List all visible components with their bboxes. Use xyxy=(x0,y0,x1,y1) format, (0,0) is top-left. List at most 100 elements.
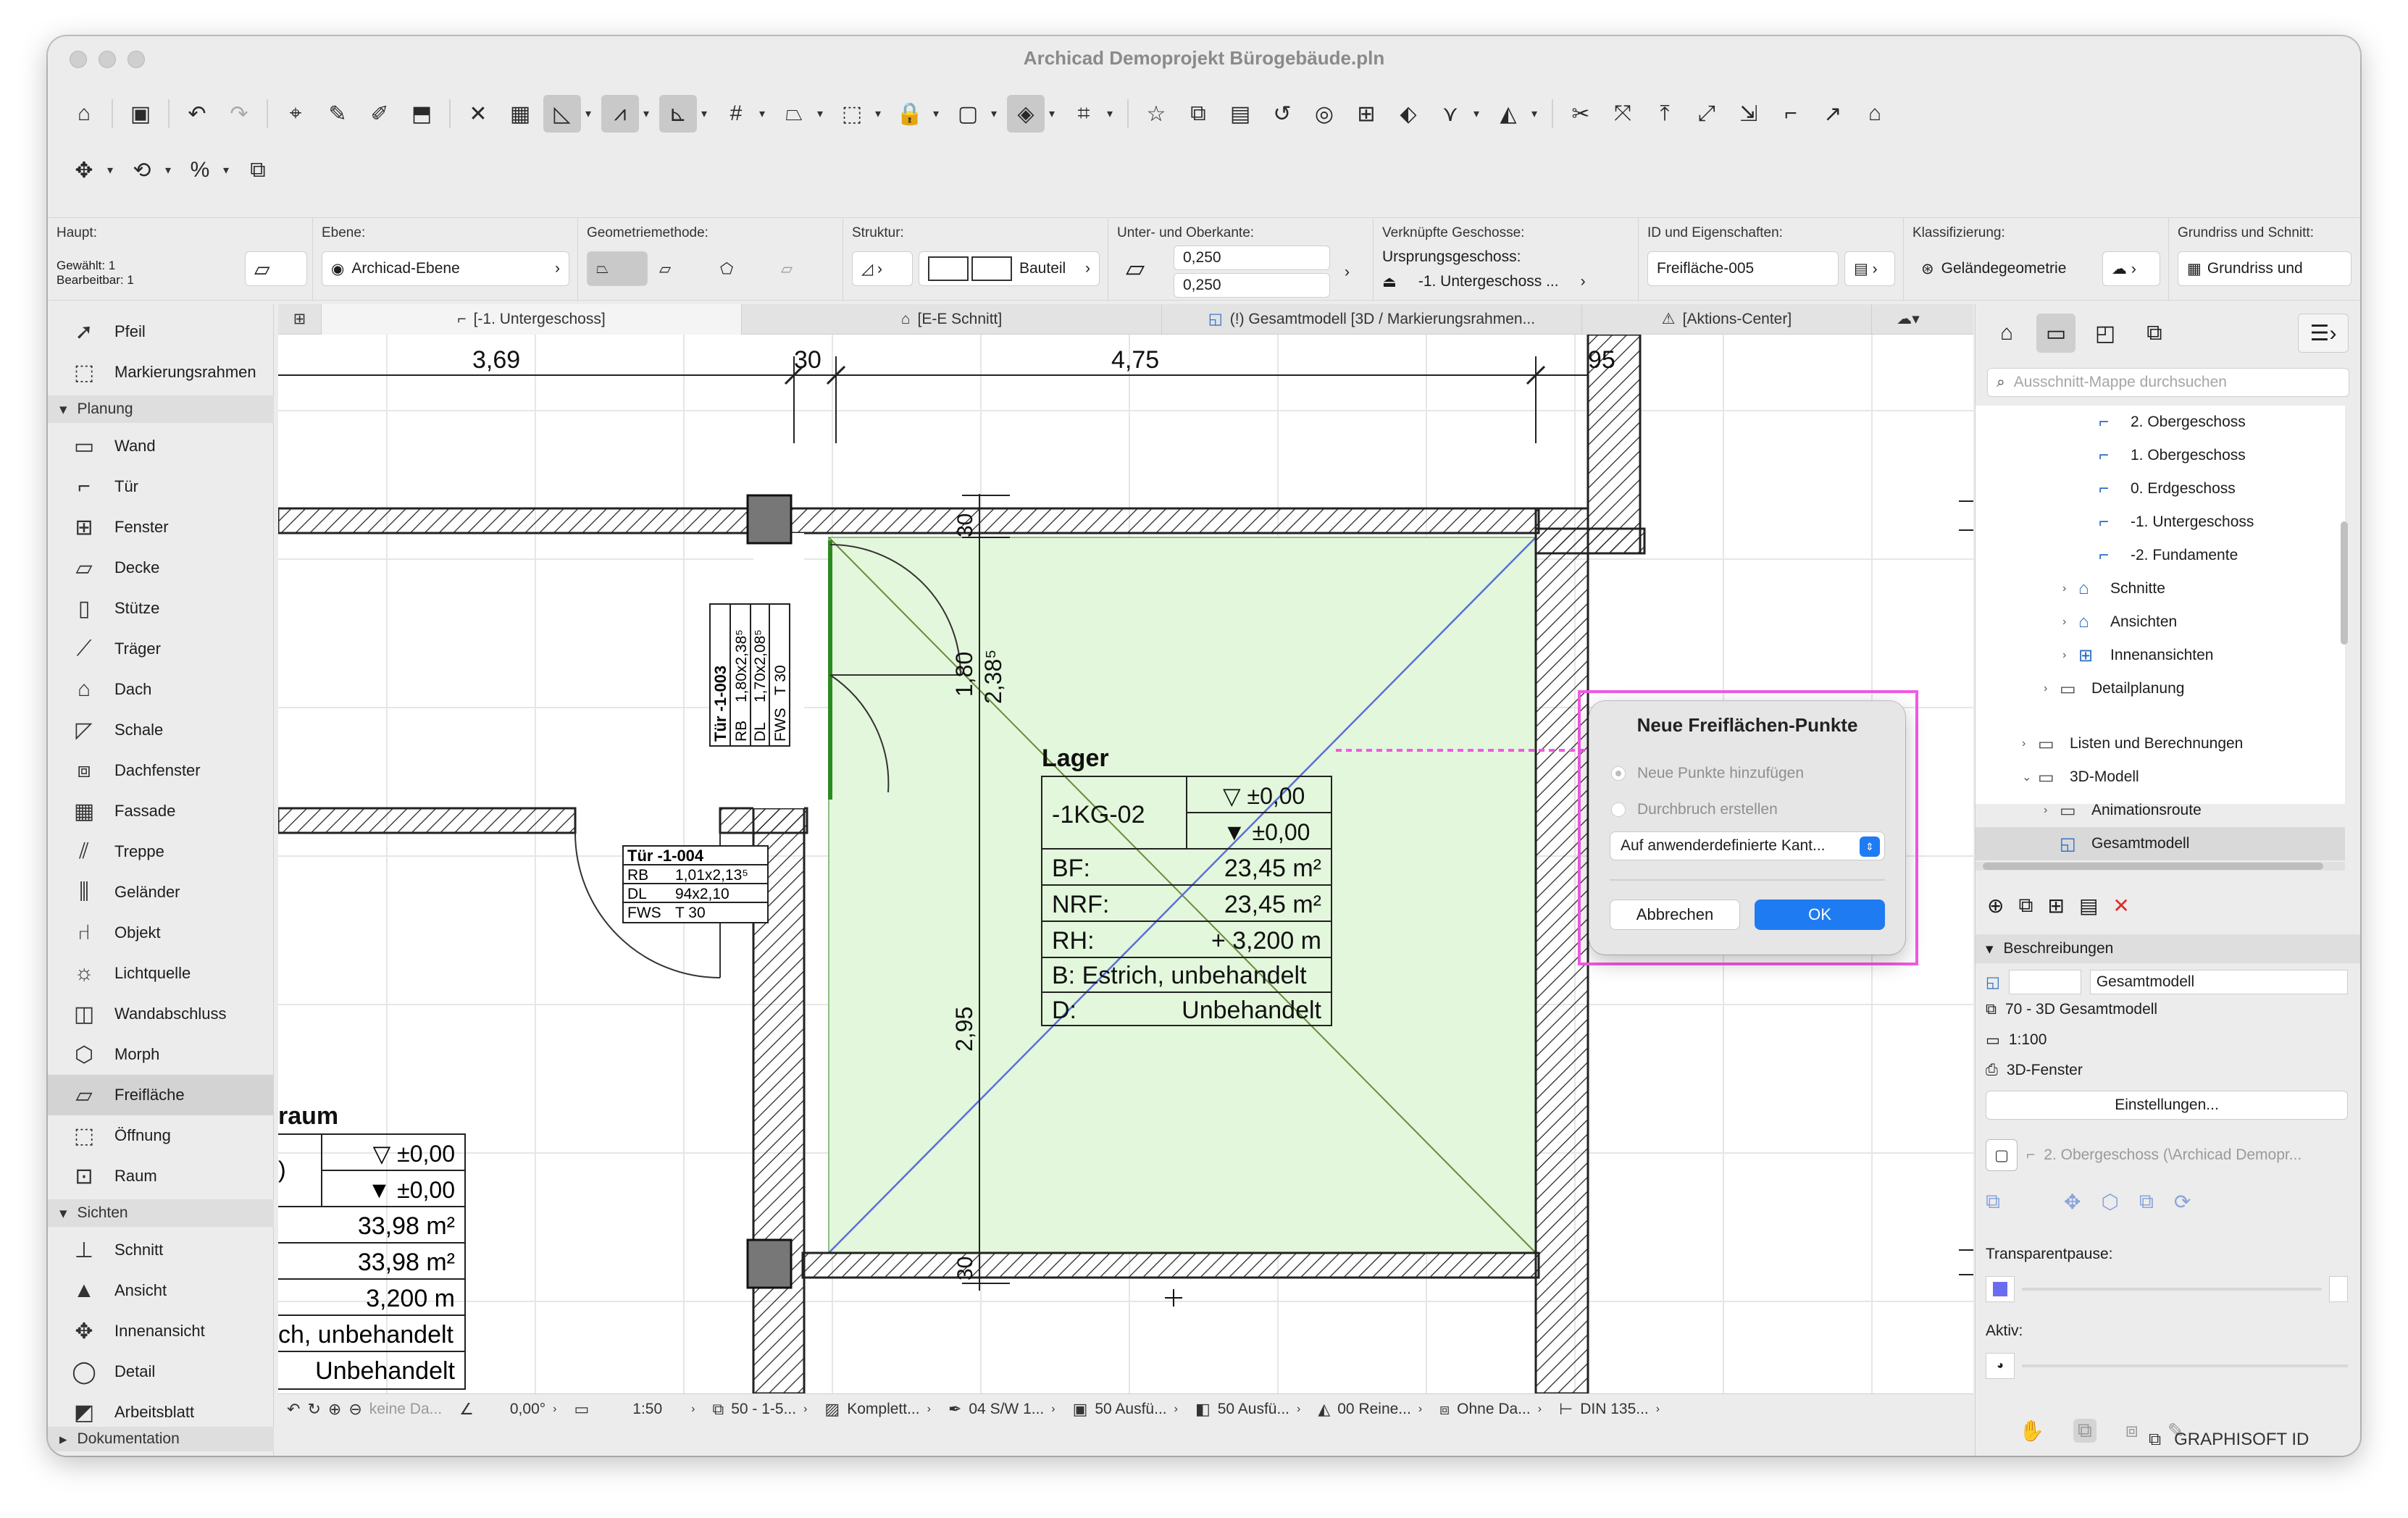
pen-set-icon[interactable]: ▤ xyxy=(1221,95,1259,133)
tool-decke[interactable]: ⏥ Decke xyxy=(48,548,274,588)
color-wheel-icon[interactable]: ◕ xyxy=(1986,1353,2015,1379)
tool-treppe[interactable]: ⫽ Treppe xyxy=(48,831,274,872)
scale-select[interactable]: ▭ 1:50 › xyxy=(565,1394,703,1425)
grid-icon[interactable]: # xyxy=(717,95,755,133)
column-top[interactable] xyxy=(746,494,793,545)
tool-fenster[interactable]: ⊞ Fenster xyxy=(48,507,274,548)
tree-item[interactable]: ⌐ 2. Obergeschoss xyxy=(2099,406,2246,439)
renovation-select[interactable]: ◭ 00 Reine... › xyxy=(1309,1394,1431,1425)
pen-set-select[interactable]: ✒ 04 S/W 1... › xyxy=(940,1394,1064,1425)
drag-icon[interactable]: ✥ xyxy=(65,151,103,189)
zoom-window-button[interactable] xyxy=(127,51,145,68)
tree-folder[interactable]: › ▭ Animationsroute xyxy=(2044,794,2202,827)
wall-bottom[interactable] xyxy=(801,1251,1540,1279)
tool-lichtquelle[interactable]: ☼ Lichtquelle xyxy=(48,953,274,994)
graphisoft-id-link[interactable]: GRAPHISOFT ID xyxy=(2174,1430,2309,1450)
active-slider[interactable]: ◕ xyxy=(1986,1351,2348,1380)
zone-stamp-raum[interactable]: raum ) ▽ ±0,00 ▼ ±0,00 33,98 m² 33,98 m²… xyxy=(278,1102,466,1390)
bottom-elevation-input[interactable]: 0,250 xyxy=(1174,273,1330,298)
tab-schnitt[interactable]: ⌂ [E-E Schnitt] xyxy=(742,303,1162,335)
tool-innenansicht[interactable]: ✥ Innenansicht xyxy=(48,1311,274,1351)
tool-markierungsrahmen[interactable]: ⬚ Markierungsrahmen xyxy=(48,352,274,393)
view-id-input[interactable] xyxy=(2008,970,2081,994)
tree-item[interactable]: ⌐ -2. Fundamente xyxy=(2099,539,2238,572)
tab-overview[interactable]: ⊞ xyxy=(278,303,322,335)
layer-select[interactable]: ◉ Archicad-Ebene › xyxy=(322,251,569,286)
zoom-controls[interactable]: ↶ ↻ ⊕ ⊖ keine Da... xyxy=(278,1394,451,1425)
tool-morph[interactable]: ⬡ Morph xyxy=(48,1034,274,1075)
tool-tuer[interactable]: ⌐ Tür xyxy=(48,466,274,507)
redo-icon[interactable]: ↷ xyxy=(220,95,258,133)
chevron-down-icon[interactable]: ▾ xyxy=(643,106,655,121)
tree-item[interactable]: ⌐ 0. Erdgeschoss xyxy=(2099,472,2236,506)
tree-item-selected[interactable]: ◱ Gesamtmodell xyxy=(1976,827,2345,860)
wall-inner-left[interactable] xyxy=(278,807,577,834)
tool-fassade[interactable]: ▦ Fassade xyxy=(48,791,274,831)
minimize-window-button[interactable] xyxy=(99,51,116,68)
refresh-icon[interactable]: ⟳ xyxy=(2174,1190,2191,1214)
group-planung[interactable]: ▾ Planung xyxy=(48,395,274,423)
tracker-icon[interactable]: ⩘ xyxy=(601,95,639,133)
tool-dachfenster[interactable]: ⧈ Dachfenster xyxy=(48,750,274,791)
layer-combination-select[interactable]: ⧉ 50 - 1-5... › xyxy=(703,1394,816,1425)
tool-wand[interactable]: ▭ Wand xyxy=(48,426,274,466)
geometry-method-2[interactable]: ⏥ xyxy=(651,251,708,286)
chevron-down-icon[interactable]: ▾ xyxy=(701,106,713,121)
group-dokumentation[interactable]: ▸ Dokumentation xyxy=(48,1427,274,1451)
eyedropper-icon[interactable]: ✎ xyxy=(319,95,356,133)
home-icon[interactable]: ⌂ xyxy=(65,95,103,133)
find-select-icon[interactable]: ⌖ xyxy=(277,95,314,133)
chevron-down-icon[interactable]: ▾ xyxy=(991,106,1003,121)
rotate-icon[interactable]: ⟲ xyxy=(123,151,161,189)
chevron-down-icon[interactable]: ▾ xyxy=(1473,106,1485,121)
tree-item[interactable]: ⌐ 1. Obergeschoss xyxy=(2099,439,2246,472)
chevron-down-icon[interactable]: ▾ xyxy=(875,106,887,121)
hand-icon[interactable]: ✋ xyxy=(2019,1419,2044,1443)
tool-ansicht[interactable]: ▲ Ansicht xyxy=(48,1270,274,1311)
view-map-icon[interactable]: ▭ xyxy=(2036,314,2075,353)
adjust-icon[interactable]: ⤧ xyxy=(1604,95,1642,133)
chevron-right-icon[interactable]: › xyxy=(1336,260,1362,285)
chevron-down-icon[interactable]: ▾ xyxy=(1531,106,1543,121)
structure-display-select[interactable]: ▨ Komplett... › xyxy=(816,1394,940,1425)
layout-book-icon[interactable]: ◰ xyxy=(2086,314,2125,353)
tree-folder[interactable]: › ⌂ Ansichten xyxy=(2062,605,2177,639)
mirror-icon[interactable]: % xyxy=(181,151,219,189)
edge-mode-select[interactable]: Auf anwenderdefinierte Kant... ⇕ xyxy=(1610,831,1885,860)
inject-icon[interactable]: ✐ xyxy=(361,95,398,133)
model-view-icon[interactable]: ◎ xyxy=(1305,95,1343,133)
tree-folder[interactable]: › ▭ Detailplanung xyxy=(2044,672,2184,705)
ok-button[interactable]: OK xyxy=(1755,900,1885,930)
roof-icon[interactable]: ⌂ xyxy=(1856,95,1894,133)
radio-add-points[interactable]: Neue Punkte hinzufügen xyxy=(1611,765,1804,782)
close-window-button[interactable] xyxy=(70,51,87,68)
coordinates-icon[interactable]: ⊾ xyxy=(659,95,697,133)
compare-icon[interactable]: ⧈ xyxy=(2125,1419,2139,1443)
structure-icon[interactable]: ⋎ xyxy=(1431,95,1469,133)
radio-create-hole[interactable]: Durchbruch erstellen xyxy=(1611,801,1778,818)
favorites-icon[interactable]: ☆ xyxy=(1137,95,1175,133)
chevron-down-icon[interactable]: ▾ xyxy=(1049,106,1061,121)
navigator-search-input[interactable]: ⌕ Ausschnitt-Mappe durchsuchen xyxy=(1987,368,2349,397)
move-icon[interactable]: ✥ xyxy=(2064,1190,2081,1214)
project-map-icon[interactable]: ⌂ xyxy=(1987,314,2026,353)
tab-untergeschoss[interactable]: ⌐ [-1. Untergeschoss] xyxy=(322,303,742,335)
classification-select[interactable]: ⊛ Geländegeometrie xyxy=(1912,251,2095,286)
chevron-down-icon[interactable]: ▾ xyxy=(817,106,829,121)
tree-folder[interactable]: › ▭ Listen und Berechnungen xyxy=(2022,727,2243,760)
transfer-icon[interactable]: ⬒ xyxy=(403,95,440,133)
fillet-icon[interactable]: ⌐ xyxy=(1772,95,1810,133)
elevate-icon[interactable]: ⤒ xyxy=(1646,95,1684,133)
publisher-icon[interactable]: ⧉ xyxy=(2135,314,2174,353)
group-sichten[interactable]: ▾ Sichten xyxy=(48,1199,274,1227)
slider-track[interactable] xyxy=(2022,1288,2322,1291)
favorites-button[interactable]: ⏥ xyxy=(245,251,307,286)
element-id-input[interactable]: Freifläche-005 xyxy=(1647,251,1839,286)
navigator-menu-button[interactable]: ☰› xyxy=(2298,314,2349,353)
guide-lines-icon[interactable]: ◺ xyxy=(543,95,581,133)
tool-schale[interactable]: ◸ Schale xyxy=(48,710,274,750)
chevron-down-icon[interactable]: ▾ xyxy=(1107,106,1119,121)
dimension-icon[interactable]: ⊞ xyxy=(1347,95,1385,133)
home-story-select[interactable]: ⏏ -1. Untergeschoss ... › xyxy=(1382,273,1629,291)
beschreibungen-header[interactable]: ▾ Beschreibungen xyxy=(1976,934,2360,963)
